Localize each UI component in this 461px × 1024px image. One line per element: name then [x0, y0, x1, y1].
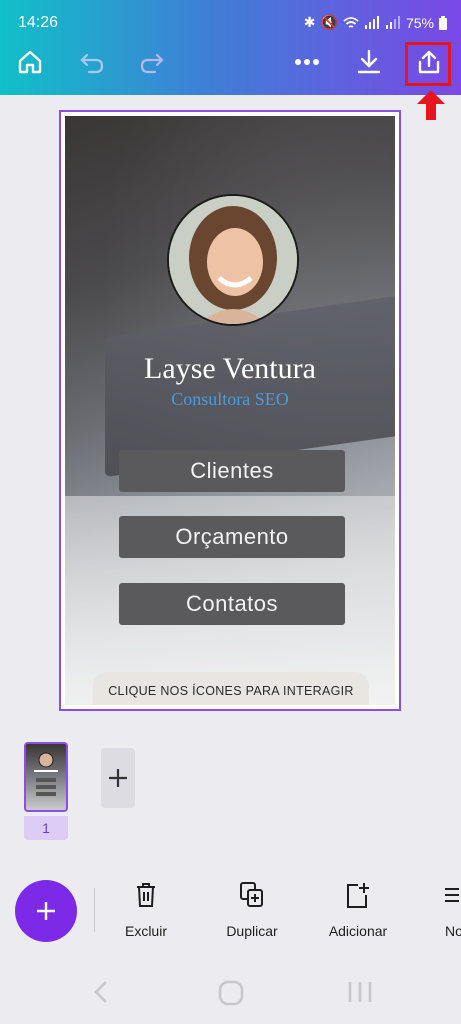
recent-apps-icon[interactable]: [347, 980, 373, 1004]
profile-name[interactable]: Layse Ventura: [65, 352, 395, 386]
add-element-button[interactable]: [15, 880, 77, 942]
duplicate-icon: [240, 882, 263, 907]
orcamento-button[interactable]: Orçamento: [119, 516, 345, 558]
battery-text: 75%: [405, 14, 434, 31]
toolbar-divider: [94, 888, 95, 932]
redo-icon: [140, 53, 164, 74]
profile-role[interactable]: Consultora SEO: [65, 389, 395, 410]
notes-tool[interactable]: No: [419, 878, 461, 939]
status-bar: 14:26 ✱ 🔇 75%: [18, 14, 447, 36]
more-icon: [295, 59, 319, 65]
signal-icon-2: [385, 15, 400, 29]
clientes-button[interactable]: Clientes: [119, 450, 345, 492]
notes-label: No: [445, 923, 461, 939]
download-icon: [357, 49, 381, 74]
home-icon: [18, 50, 42, 74]
add-page-icon: [347, 883, 369, 908]
delete-tool[interactable]: Excluir: [101, 878, 191, 939]
status-time: 14:26: [18, 14, 59, 31]
top-toolbar: 14:26 ✱ 🔇 75%: [0, 0, 461, 95]
back-icon[interactable]: [92, 980, 110, 1004]
notes-icon: [445, 888, 459, 902]
battery-icon: [439, 15, 447, 30]
add-page-tool[interactable]: Adicionar: [313, 878, 403, 939]
duplicate-tool[interactable]: Duplicar: [207, 878, 297, 939]
add-page-button[interactable]: [101, 748, 135, 808]
delete-label: Excluir: [124, 923, 167, 939]
contatos-button[interactable]: Contatos: [119, 583, 345, 625]
plus-icon: [109, 769, 127, 787]
home-nav-icon[interactable]: [218, 980, 244, 1006]
undo-icon: [80, 53, 104, 74]
design-page[interactable]: Layse Ventura Consultora SEO Clientes Or…: [65, 116, 395, 705]
thumbnail-preview-icon: [34, 752, 58, 796]
download-button[interactable]: [351, 44, 387, 80]
trash-icon: [137, 883, 155, 907]
share-highlight-box: [405, 42, 451, 86]
add-label: Adicionar: [328, 923, 388, 939]
mute-icon: 🔇: [320, 14, 338, 30]
undo-button[interactable]: [74, 44, 110, 80]
interaction-hint: CLIQUE NOS ÍCONES PARA INTERAGIR: [93, 672, 369, 705]
status-icons: ✱ 🔇 75%: [304, 14, 447, 31]
home-button[interactable]: [12, 44, 48, 80]
red-arrow-icon: [417, 90, 445, 120]
more-options-button[interactable]: [289, 44, 325, 80]
duplicate-label: Duplicar: [226, 923, 278, 939]
page-thumbnail[interactable]: [24, 742, 68, 812]
page-number[interactable]: 1: [24, 816, 68, 840]
plus-icon: [37, 902, 55, 920]
profile-photo[interactable]: [167, 194, 299, 326]
redo-button[interactable]: [134, 44, 170, 80]
bluetooth-icon: ✱: [303, 14, 316, 30]
signal-icon: [364, 15, 379, 29]
wifi-icon: [343, 16, 359, 28]
design-canvas[interactable]: Layse Ventura Consultora SEO Clientes Or…: [59, 110, 401, 711]
person-photo-icon: [169, 196, 297, 324]
